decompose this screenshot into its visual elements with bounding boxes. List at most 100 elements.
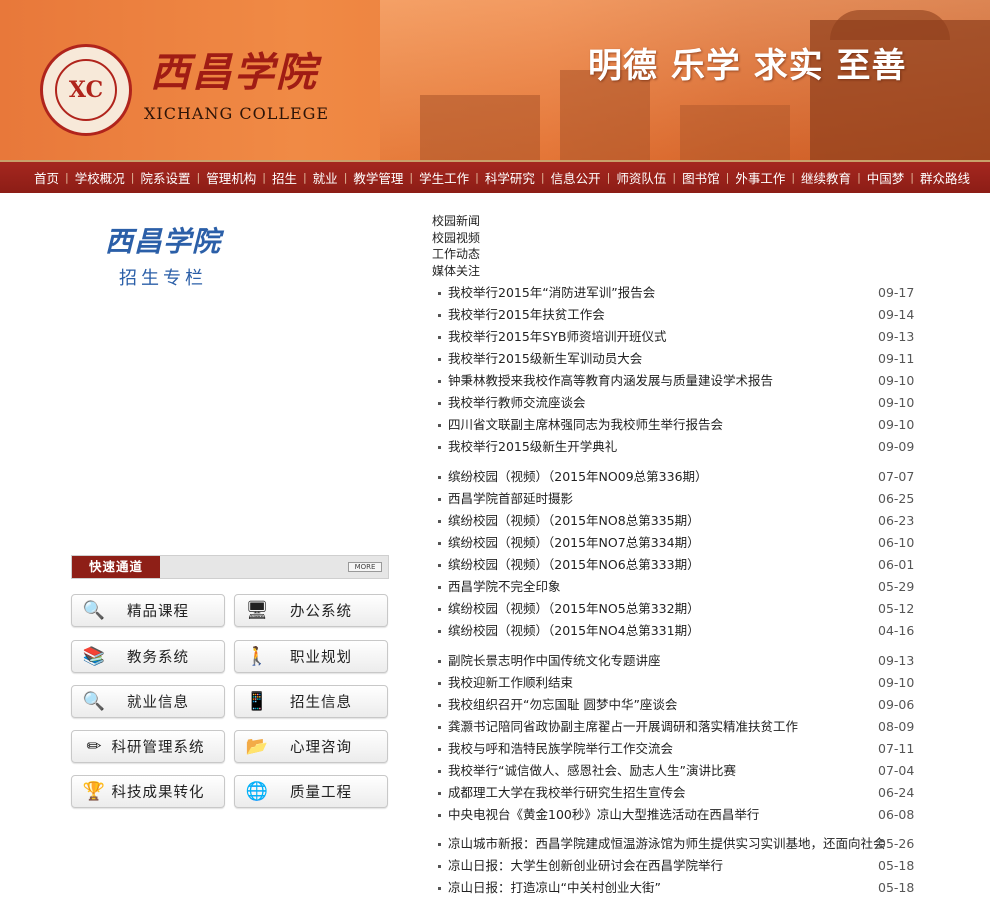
quick-link-button[interactable]: 🖥 办公系统 [234,594,388,627]
news-item[interactable]: 龚灏书记陪同省政协副主席翟占一开展调研和落实精准扶贫工作 08-09 [436,716,916,738]
news-item[interactable]: 凉山日报：打造凉山“中关村创业大街” 05-18 [436,877,916,899]
nav-item-label[interactable]: 外事工作 [729,168,791,187]
news-item[interactable]: 缤纷校园（视频）（2015年NO7总第334期） 06-10 [436,532,916,554]
news-item[interactable]: 我校迎新工作顺利结束 09-10 [436,672,916,694]
quick-link-button[interactable]: ✏ 科研管理系统 [71,730,225,763]
nav-item-label[interactable]: 中国梦 [861,168,911,187]
news-title-link[interactable]: 我校组织召开“勿忘国耻 圆梦中华”座谈会 [448,694,677,716]
nav-item[interactable]: 就业 | [307,168,348,187]
news-category-link[interactable]: 媒体关注 [432,263,480,280]
nav-item[interactable]: 首页 | [28,168,69,187]
news-item[interactable]: 中央电视台《黄金100秒》凉山大型推选活动在西昌举行 06-08 [436,804,916,826]
news-title-link[interactable]: 龚灏书记陪同省政协副主席翟占一开展调研和落实精准扶贫工作 [448,716,798,738]
nav-item-label[interactable]: 管理机构 [200,168,262,187]
news-item[interactable]: 四川省文联副主席林强同志为我校师生举行报告会 09-10 [436,414,916,436]
news-item[interactable]: 缤纷校园（视频）（2015年NO4总第331期） 04-16 [436,620,916,642]
nav-item-label[interactable]: 学校概况 [69,168,131,187]
news-item[interactable]: 副院长景志明作中国传统文化专题讲座 09-13 [436,650,916,672]
news-item[interactable]: 我校举行2015级新生开学典礼 09-09 [436,436,916,458]
news-item[interactable]: 我校与呼和浩特民族学院举行工作交流会 07-11 [436,738,916,760]
news-item[interactable]: 缤纷校园（视频）（2015年NO6总第333期） 06-01 [436,554,916,576]
quick-link-button[interactable]: 🏆 科技成果转化 [71,775,225,808]
news-title-link[interactable]: 缤纷校园（视频）（2015年NO4总第331期） [448,620,700,642]
nav-item-label[interactable]: 学生工作 [413,168,475,187]
nav-item[interactable]: 师资队伍 | [610,168,676,187]
news-item[interactable]: 我校举行2015年SYB师资培训开班仪式 09-13 [436,326,916,348]
news-title-link[interactable]: 缤纷校园（视频）（2015年NO5总第332期） [448,598,700,620]
news-title-link[interactable]: 凉山日报：大学生创新创业研讨会在西昌学院举行 [448,855,723,877]
news-title-link[interactable]: 我校与呼和浩特民族学院举行工作交流会 [448,738,673,760]
news-item[interactable]: 凉山日报：大学生创新创业研讨会在西昌学院举行 05-18 [436,855,916,877]
nav-item[interactable]: 学校概况 | [69,168,135,187]
nav-item-label[interactable]: 院系设置 [134,168,196,187]
news-item[interactable]: 缤纷校园（视频）（2015年NO09总第336期） 07-07 [436,466,916,488]
news-title-link[interactable]: 缤纷校园（视频）（2015年NO09总第336期） [448,466,708,488]
news-title-link[interactable]: 副院长景志明作中国传统文化专题讲座 [448,650,661,672]
news-item[interactable]: 我校举行2015年“消防进军训”报告会 09-17 [436,282,916,304]
news-category-link[interactable]: 校园视频 [432,230,480,247]
news-category-link[interactable]: 工作动态 [432,246,480,263]
nav-item-label[interactable]: 信息公开 [545,168,607,187]
news-item[interactable]: 缤纷校园（视频）（2015年NO5总第332期） 05-12 [436,598,916,620]
quick-link-button[interactable]: 📱 招生信息 [234,685,388,718]
news-item[interactable]: 我校举行2015年扶贫工作会 09-14 [436,304,916,326]
quick-link-button[interactable]: 📂 心理咨询 [234,730,388,763]
news-title-link[interactable]: 四川省文联副主席林强同志为我校师生举行报告会 [448,414,723,436]
news-title-link[interactable]: 我校举行2015级新生开学典礼 [448,436,617,458]
nav-item[interactable]: 管理机构 | [200,168,266,187]
news-title-link[interactable]: 我校举行教师交流座谈会 [448,392,586,414]
news-item[interactable]: 凉山城市新报：西昌学院建成恒温游泳馆为师生提供实习实训基地，还面向社会 05-26 [436,833,916,855]
quick-link-button[interactable]: 📚 教务系统 [71,640,225,673]
nav-item[interactable]: 教学管理 | [347,168,413,187]
nav-item-label[interactable]: 教学管理 [347,168,409,187]
nav-item-label[interactable]: 师资队伍 [610,168,672,187]
nav-item[interactable]: 院系设置 | [134,168,200,187]
news-title-link[interactable]: 我校举行“诚信做人、感恩社会、励志人生”演讲比赛 [448,760,736,782]
news-item[interactable]: 我校举行2015级新生军训动员大会 09-11 [436,348,916,370]
nav-item[interactable]: 科学研究 | [479,168,545,187]
news-item[interactable]: 成都理工大学在我校举行研究生招生宣传会 06-24 [436,782,916,804]
quick-link-button[interactable]: 🔍 就业信息 [71,685,225,718]
news-title-link[interactable]: 我校迎新工作顺利结束 [448,672,573,694]
nav-item-label[interactable]: 科学研究 [479,168,541,187]
news-title-link[interactable]: 凉山日报：打造凉山“中关村创业大街” [448,877,661,899]
news-item[interactable]: 西昌学院不完全印象 05-29 [436,576,916,598]
nav-item[interactable]: 继续教育 | [795,168,861,187]
nav-item[interactable]: 学生工作 | [413,168,479,187]
nav-item-label[interactable]: 图书馆 [676,168,726,187]
news-item[interactable]: 我校组织召开“勿忘国耻 圆梦中华”座谈会 09-06 [436,694,916,716]
news-category-link[interactable]: 校园新闻 [432,213,480,230]
news-title-link[interactable]: 我校举行2015年“消防进军训”报告会 [448,282,655,304]
news-title-link[interactable]: 我校举行2015年扶贫工作会 [448,304,605,326]
nav-item-label[interactable]: 招生 [266,168,303,187]
quick-link-button[interactable]: 🌐 质量工程 [234,775,388,808]
news-title-link[interactable]: 中央电视台《黄金100秒》凉山大型推选活动在西昌举行 [448,804,759,826]
news-title-link[interactable]: 我校举行2015级新生军训动员大会 [448,348,642,370]
admission-column-banner[interactable]: 西昌学院 招生专栏 [88,220,238,290]
news-title-link[interactable]: 成都理工大学在我校举行研究生招生宣传会 [448,782,686,804]
news-title-link[interactable]: 缤纷校园（视频）（2015年NO6总第333期） [448,554,700,576]
nav-item[interactable]: 图书馆 | [676,168,729,187]
quick-link-button[interactable]: 🔍 精品课程 [71,594,225,627]
news-title-link[interactable]: 西昌学院首部延时摄影 [448,488,573,510]
news-title-link[interactable]: 凉山城市新报：西昌学院建成恒温游泳馆为师生提供实习实训基地，还面向社会 [448,833,886,855]
news-item[interactable]: 钟秉林教授来我校作高等教育内涵发展与质量建设学术报告 09-10 [436,370,916,392]
news-item[interactable]: 我校举行“诚信做人、感恩社会、励志人生”演讲比赛 07-04 [436,760,916,782]
nav-item[interactable]: 招生 | [266,168,307,187]
news-title-link[interactable]: 我校举行2015年SYB师资培训开班仪式 [448,326,666,348]
news-item[interactable]: 我校举行教师交流座谈会 09-10 [436,392,916,414]
news-title-link[interactable]: 钟秉林教授来我校作高等教育内涵发展与质量建设学术报告 [448,370,773,392]
nav-item[interactable]: 信息公开 | [545,168,611,187]
nav-item[interactable]: 外事工作 | [729,168,795,187]
nav-item-label[interactable]: 就业 [307,168,344,187]
nav-item[interactable]: 群众路线 [914,168,976,187]
news-title-link[interactable]: 缤纷校园（视频）（2015年NO8总第335期） [448,510,700,532]
news-item[interactable]: 缤纷校园（视频）（2015年NO8总第335期） 06-23 [436,510,916,532]
news-title-link[interactable]: 西昌学院不完全印象 [448,576,561,598]
nav-item[interactable]: 中国梦 | [861,168,914,187]
nav-item-label[interactable]: 群众路线 [914,168,976,187]
nav-item-label[interactable]: 首页 [28,168,65,187]
quick-link-button[interactable]: 🚶 职业规划 [234,640,388,673]
news-item[interactable]: 西昌学院首部延时摄影 06-25 [436,488,916,510]
more-button[interactable]: MORE [348,562,382,572]
